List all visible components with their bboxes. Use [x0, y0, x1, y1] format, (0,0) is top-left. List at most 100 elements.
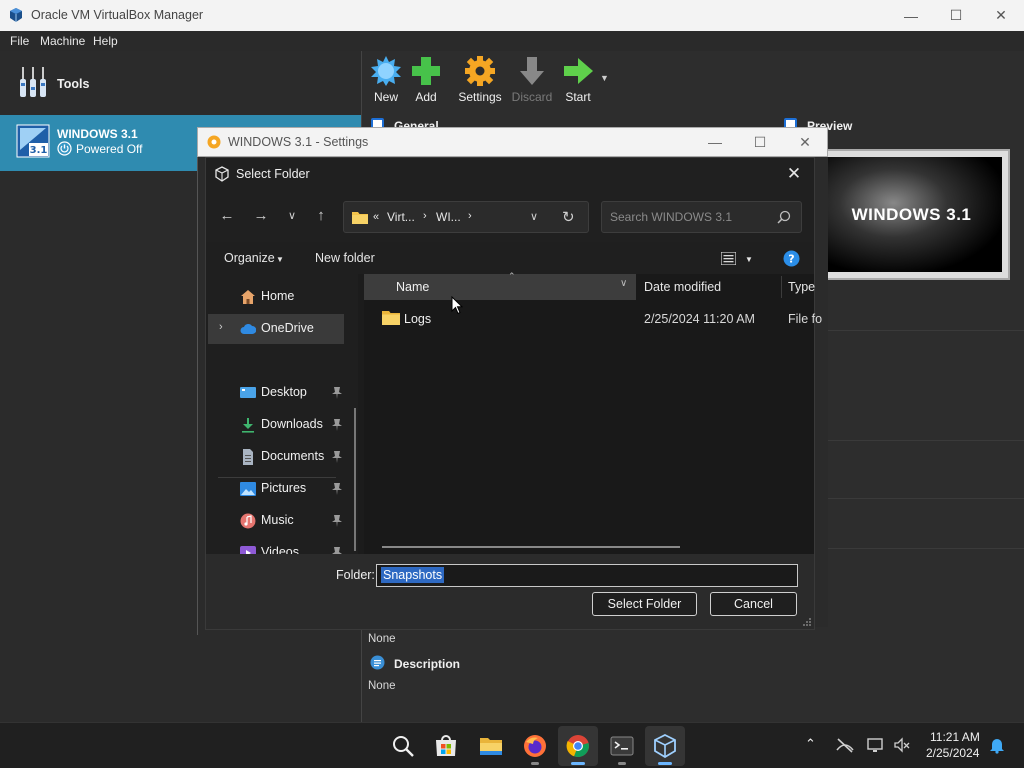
notification-bell-icon[interactable] [988, 736, 1006, 754]
nav-item-downloads[interactable]: Downloads [208, 410, 344, 440]
cancel-button[interactable]: Cancel [710, 592, 797, 616]
address-bar[interactable]: « Virt... › WI... › ∨ ↻ [343, 201, 589, 233]
refresh-icon[interactable]: ↻ [562, 208, 575, 226]
horizontal-scrollbar[interactable] [382, 546, 680, 548]
dialog-title: Select Folder [236, 167, 310, 181]
pin-icon[interactable] [332, 547, 342, 554]
resize-grip-icon[interactable] [803, 618, 811, 626]
select-folder-button[interactable]: Select Folder [592, 592, 697, 616]
column-filter-chevron-icon[interactable]: ∨ [620, 278, 627, 289]
taskbar-terminal-app[interactable] [602, 726, 642, 766]
clock-time[interactable]: 11:21 AM [930, 730, 980, 744]
nav-label: Music [261, 513, 294, 527]
nav-item-music[interactable]: Music [208, 506, 344, 536]
network-disconnected-icon[interactable] [836, 736, 854, 754]
pin-icon[interactable] [332, 515, 342, 527]
windows31-os-icon: 3.1 [16, 124, 50, 158]
column-separator[interactable] [781, 276, 782, 298]
nav-item-documents[interactable]: Documents [208, 442, 344, 472]
start-button[interactable]: Start [554, 55, 602, 109]
breadcrumb-overflow[interactable]: « [373, 211, 379, 223]
menu-help[interactable]: Help [93, 34, 118, 48]
nav-item-home[interactable]: Home [208, 282, 344, 312]
firefox-icon [524, 735, 546, 757]
nav-label: Home [261, 289, 295, 303]
menu-file[interactable]: File [10, 34, 29, 48]
expand-chevron-icon[interactable]: › [219, 321, 223, 333]
maximize-button[interactable]: ☐ [933, 0, 979, 31]
folder-name-value: Snapshots [381, 567, 445, 583]
nav-pane-scrollbar[interactable] [354, 408, 356, 551]
settings-close-button[interactable]: ✕ [782, 128, 828, 156]
preview-frame: WINDOWS 3.1 [813, 149, 1010, 280]
column-header-date-modified[interactable]: Date modified [644, 280, 721, 294]
minimize-button[interactable]: — [888, 0, 934, 31]
details-divider [816, 548, 1024, 549]
start-dropdown-icon[interactable]: ▼ [600, 73, 609, 83]
taskbar-virtualbox-app[interactable] [645, 726, 685, 766]
dialog-close-button[interactable]: ✕ [780, 162, 808, 186]
folder-name-input[interactable]: Snapshots [376, 564, 798, 587]
speaker-muted-icon[interactable] [893, 736, 911, 754]
add-button[interactable]: Add [402, 55, 450, 109]
pin-icon[interactable] [332, 451, 342, 463]
pin-icon[interactable] [332, 387, 342, 399]
command-bar: Organize ▼ New folder ▼ ? [206, 242, 814, 274]
up-arrow-icon[interactable]: ↑ [309, 205, 333, 227]
nav-item-desktop[interactable]: Desktop [208, 378, 344, 408]
svg-text:?: ? [788, 253, 794, 266]
navigation-pane: Home › OneDrive Desktop Downloads Docume… [206, 274, 358, 554]
preview-screen: WINDOWS 3.1 [821, 157, 1002, 272]
taskbar-file-explorer-app[interactable] [471, 726, 511, 766]
file-row[interactable]: Logs 2/25/2024 11:20 AM File fo [364, 306, 822, 332]
mouse-cursor-icon [451, 296, 463, 315]
details-divider [816, 330, 1024, 331]
address-dropdown-icon[interactable]: ∨ [530, 210, 538, 223]
tools-item[interactable]: Tools [0, 55, 361, 107]
menu-machine[interactable]: Machine [40, 34, 85, 48]
discard-label: Discard [511, 90, 553, 104]
breadcrumb-item[interactable]: Virt... [387, 210, 415, 224]
start-label: Start [565, 90, 591, 104]
settings-window-title: WINDOWS 3.1 - Settings [228, 135, 369, 149]
nav-label: Pictures [261, 481, 307, 495]
search-input[interactable]: Search WINDOWS 3.1 [601, 201, 802, 233]
new-icon [371, 56, 401, 86]
tools-icon [20, 67, 46, 97]
clock-date[interactable]: 2/25/2024 [926, 746, 979, 760]
settings-minimize-button[interactable]: — [692, 128, 738, 156]
pin-icon[interactable] [332, 483, 342, 495]
taskbar-firefox-app[interactable] [515, 726, 555, 766]
nav-item-videos[interactable]: Videos [208, 538, 344, 554]
column-header-type[interactable]: Type [788, 280, 815, 294]
folder-icon [352, 212, 368, 224]
nav-item-onedrive[interactable]: › OneDrive [208, 314, 344, 344]
taskbar-search-button[interactable] [383, 726, 423, 766]
settings-button[interactable]: Settings [456, 55, 504, 109]
view-list-icon[interactable] [721, 252, 736, 265]
view-dropdown-icon[interactable]: ▼ [745, 255, 753, 264]
new-folder-button[interactable]: New folder [315, 251, 375, 265]
recent-locations-chevron-icon[interactable]: ∨ [280, 205, 304, 227]
tray-overflow-chevron-icon[interactable]: ⌃ [805, 736, 823, 754]
breadcrumb-item[interactable]: WI... [436, 210, 461, 224]
description-section-title[interactable]: Description [394, 657, 460, 671]
help-icon[interactable]: ? [783, 250, 800, 267]
close-button[interactable]: ✕ [978, 0, 1024, 31]
forward-arrow-icon[interactable]: → [249, 205, 273, 227]
back-arrow-icon[interactable]: ← [215, 205, 239, 227]
taskbar-store-app[interactable] [426, 726, 466, 766]
nav-label: Documents [261, 449, 325, 463]
organize-button[interactable]: Organize [224, 251, 275, 265]
display-icon[interactable] [867, 736, 885, 754]
taskbar-chrome-app[interactable] [558, 726, 598, 766]
column-header-name[interactable]: Name ⌃ ∨ [364, 271, 636, 300]
nav-item-pictures[interactable]: Pictures [208, 474, 344, 504]
search-placeholder: Search WINDOWS 3.1 [610, 210, 733, 224]
organize-dropdown-icon[interactable]: ▼ [276, 255, 284, 264]
details-divider [816, 440, 1024, 441]
pin-icon[interactable] [332, 419, 342, 431]
discard-button[interactable]: Discard [508, 55, 556, 109]
main-toolbar: New Add Settings Discard Start ▼ [362, 51, 1024, 111]
settings-maximize-button[interactable]: ☐ [737, 128, 783, 156]
